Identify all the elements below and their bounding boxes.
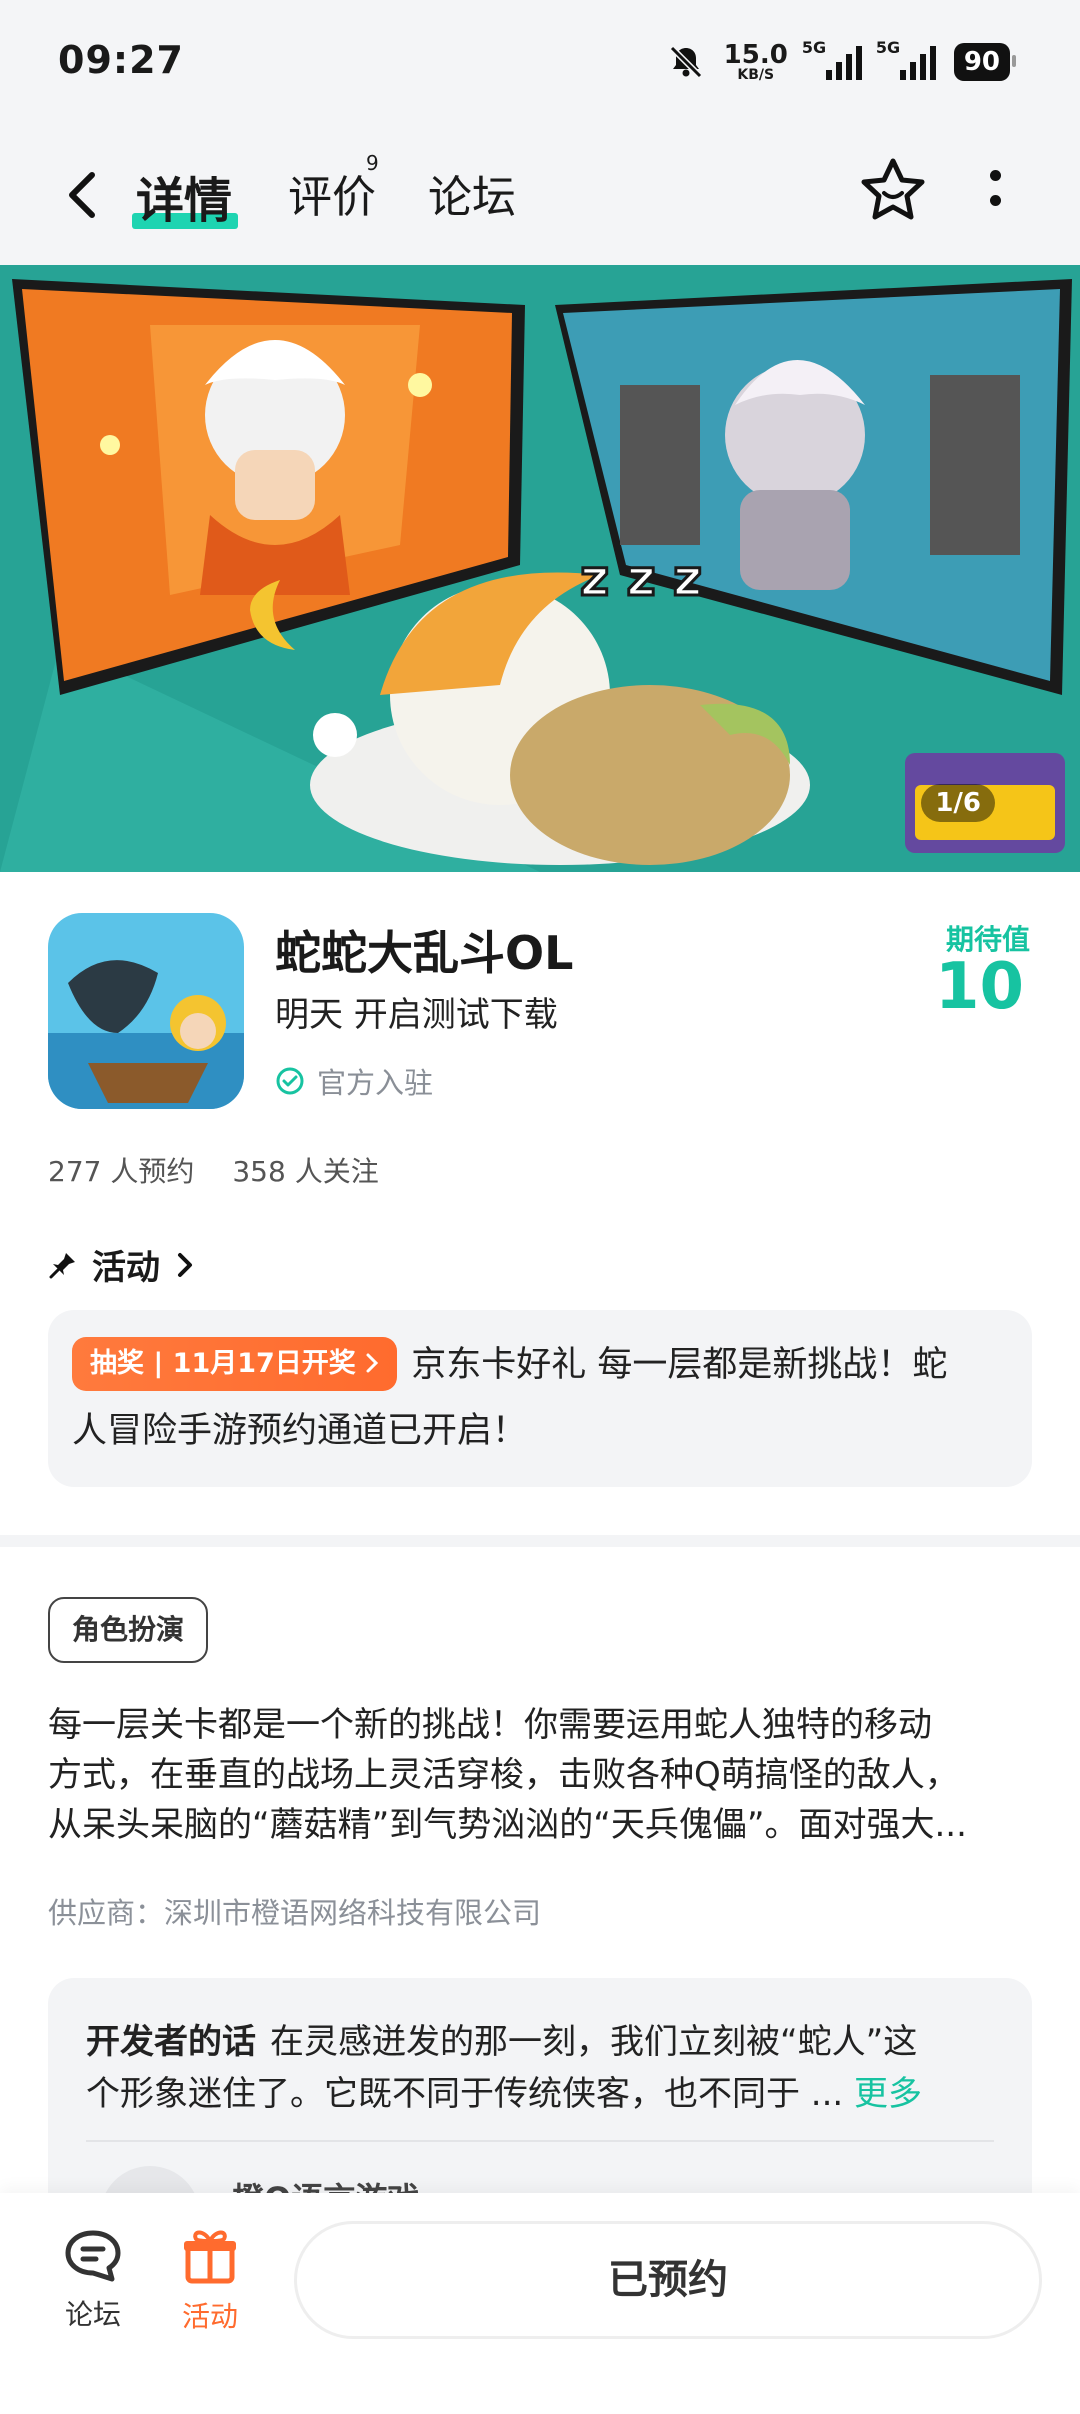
app-page: 09:27 15.0 KB/S 5G 5G 90 详情 评价 9 论坛 z z … — [0, 0, 1080, 2414]
developer-note-line-1: 在灵感迸发的那一刻，我们立刻被“蛇人”这 — [270, 2022, 918, 2062]
description-line: 方式，在垂直的战场上灵活穿梭，击败各种Q萌搞怪的敌人， — [48, 1755, 959, 1795]
status-time: 09:27 — [58, 38, 184, 82]
game-stats: 277 人预约 358 人关注 — [48, 1150, 379, 1190]
battery-indicator: 90 — [953, 43, 1017, 81]
release-info: 明天 开启测试下载 — [275, 995, 558, 1035]
more-options-icon[interactable] — [985, 170, 1005, 220]
gift-icon — [184, 2230, 236, 2284]
reservation-count: 277 人预约 — [48, 1155, 195, 1188]
game-description[interactable]: 每一层关卡都是一个新的挑战！你需要运用蛇人独特的移动 方式，在垂直的战场上灵活穿… — [48, 1700, 1038, 1850]
section-divider — [0, 1535, 1080, 1547]
network-speed: 15.0 KB/S — [723, 40, 788, 83]
forum-label: 论坛 — [64, 2298, 121, 2331]
developer-note: 开发者的话 在灵感迸发的那一刻，我们立刻被“蛇人”这 个形象迷住了。它既不同于传统… — [86, 2016, 922, 2120]
signal-5g-icon: 5G — [802, 38, 862, 80]
banner-artwork: z z z — [0, 265, 1080, 872]
more-link[interactable]: 更多 — [854, 2074, 922, 2114]
svg-text:z z z: z z z — [580, 549, 702, 607]
activity-card[interactable]: 抽奖 | 11月17日开奖 京东卡好礼 每一层都是新挑战！蛇 人冒险手游预约通道… — [48, 1310, 1032, 1487]
description-line: 每一层关卡都是一个新的挑战！你需要运用蛇人独特的移动 — [48, 1705, 932, 1745]
banner-page-counter: 1/6 — [921, 784, 995, 822]
pin-icon — [49, 1252, 75, 1278]
top-nav: 详情 评价 9 论坛 — [0, 125, 1080, 265]
tab-details[interactable]: 详情 — [136, 161, 232, 231]
favorite-star-icon[interactable] — [858, 155, 928, 225]
forum-chat-icon — [65, 2230, 121, 2282]
game-app-icon — [48, 913, 244, 1109]
activity-label: 活动 — [181, 2300, 238, 2333]
review-count-badge: 9 — [366, 151, 379, 175]
activity-text-1: 京东卡好礼 每一层都是新挑战！蛇 — [411, 1345, 948, 1385]
verified-check-icon — [276, 1067, 304, 1095]
description-line: 从呆头呆脑的“蘑菇精”到气势汹汹的“天兵傀儡”。面对强大... — [48, 1805, 967, 1845]
bottom-forum-button[interactable]: 论坛 — [38, 2227, 148, 2333]
reserved-button[interactable]: 已预约 — [294, 2221, 1042, 2339]
supplier-info: 供应商：深圳市橙语网络科技有限公司 — [48, 1896, 542, 1930]
badge-chevron-icon — [366, 1353, 379, 1373]
developer-note-line-2: 个形象迷住了。它既不同于传统侠客，也不同于 ... — [86, 2074, 844, 2114]
genre-tag[interactable]: 角色扮演 — [48, 1597, 209, 1663]
bottom-activity-button[interactable]: 活动 — [155, 2227, 265, 2335]
chevron-right-icon — [178, 1252, 192, 1277]
verified-label: 官方入驻 — [317, 1066, 434, 1100]
developer-note-label: 开发者的话 — [86, 2022, 256, 2062]
bell-muted-icon — [669, 45, 702, 79]
tab-forum[interactable]: 论坛 — [428, 161, 516, 225]
expectation-value: 10 — [934, 950, 1024, 1024]
follower-count: 358 人关注 — [232, 1155, 379, 1188]
signal-5g-icon-2: 5G — [876, 38, 936, 80]
game-title: 蛇蛇大乱斗OL — [275, 926, 574, 980]
official-verified: 官方入驻 — [275, 1060, 433, 1102]
bottom-action-bar: 论坛 活动 已预约 — [0, 2193, 1080, 2414]
status-icons: 15.0 KB/S 5G 5G 90 — [666, 38, 1017, 86]
activity-text-2: 人冒险手游预约通道已开启！ — [72, 1411, 528, 1451]
lottery-badge[interactable]: 抽奖 | 11月17日开奖 — [72, 1337, 398, 1391]
back-arrow-icon[interactable] — [58, 167, 106, 223]
activity-title: 活动 — [92, 1248, 160, 1288]
tab-reviews[interactable]: 评价 — [288, 161, 376, 225]
game-screenshot-banner[interactable]: z z z 1/6 — [0, 265, 1080, 872]
status-bar: 09:27 15.0 KB/S 5G 5G 90 — [0, 0, 1080, 125]
card-divider — [86, 2140, 994, 2142]
activity-section-header[interactable]: 活动 — [48, 1240, 196, 1289]
